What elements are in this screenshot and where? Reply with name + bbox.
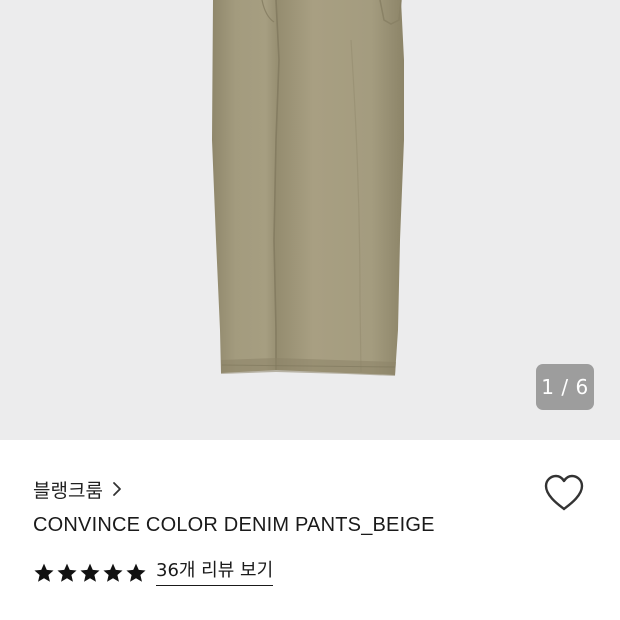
star-filled-icon [103,563,123,582]
heart-outline-icon[interactable] [542,472,586,514]
rating-row: 36개 리뷰 보기 [33,558,274,588]
brand-name: 블랭크룸 [33,479,103,502]
star-filled-icon [57,563,77,582]
brand-link[interactable]: 블랭크룸 [33,476,122,502]
star-filled-icon [34,563,54,582]
star-filled-icon [80,563,100,582]
product-photo [212,0,404,376]
product-image-gallery[interactable]: 1 / 6 [0,0,620,440]
image-counter-badge: 1 / 6 [536,364,594,410]
chevron-right-icon [113,482,121,496]
product-info-section: 블랭크룸 CONVINCE COLOR DENIM PANTS_BEIGE 36… [0,440,620,620]
star-rating [33,562,147,584]
review-link[interactable]: 36개 리뷰 보기 [156,560,274,586]
product-title: CONVINCE COLOR DENIM PANTS_BEIGE [33,514,435,536]
product-detail-page: 1 / 6 블랭크룸 CONVINCE COLOR DENIM PANTS_BE… [0,0,620,620]
star-filled-icon [126,563,146,582]
